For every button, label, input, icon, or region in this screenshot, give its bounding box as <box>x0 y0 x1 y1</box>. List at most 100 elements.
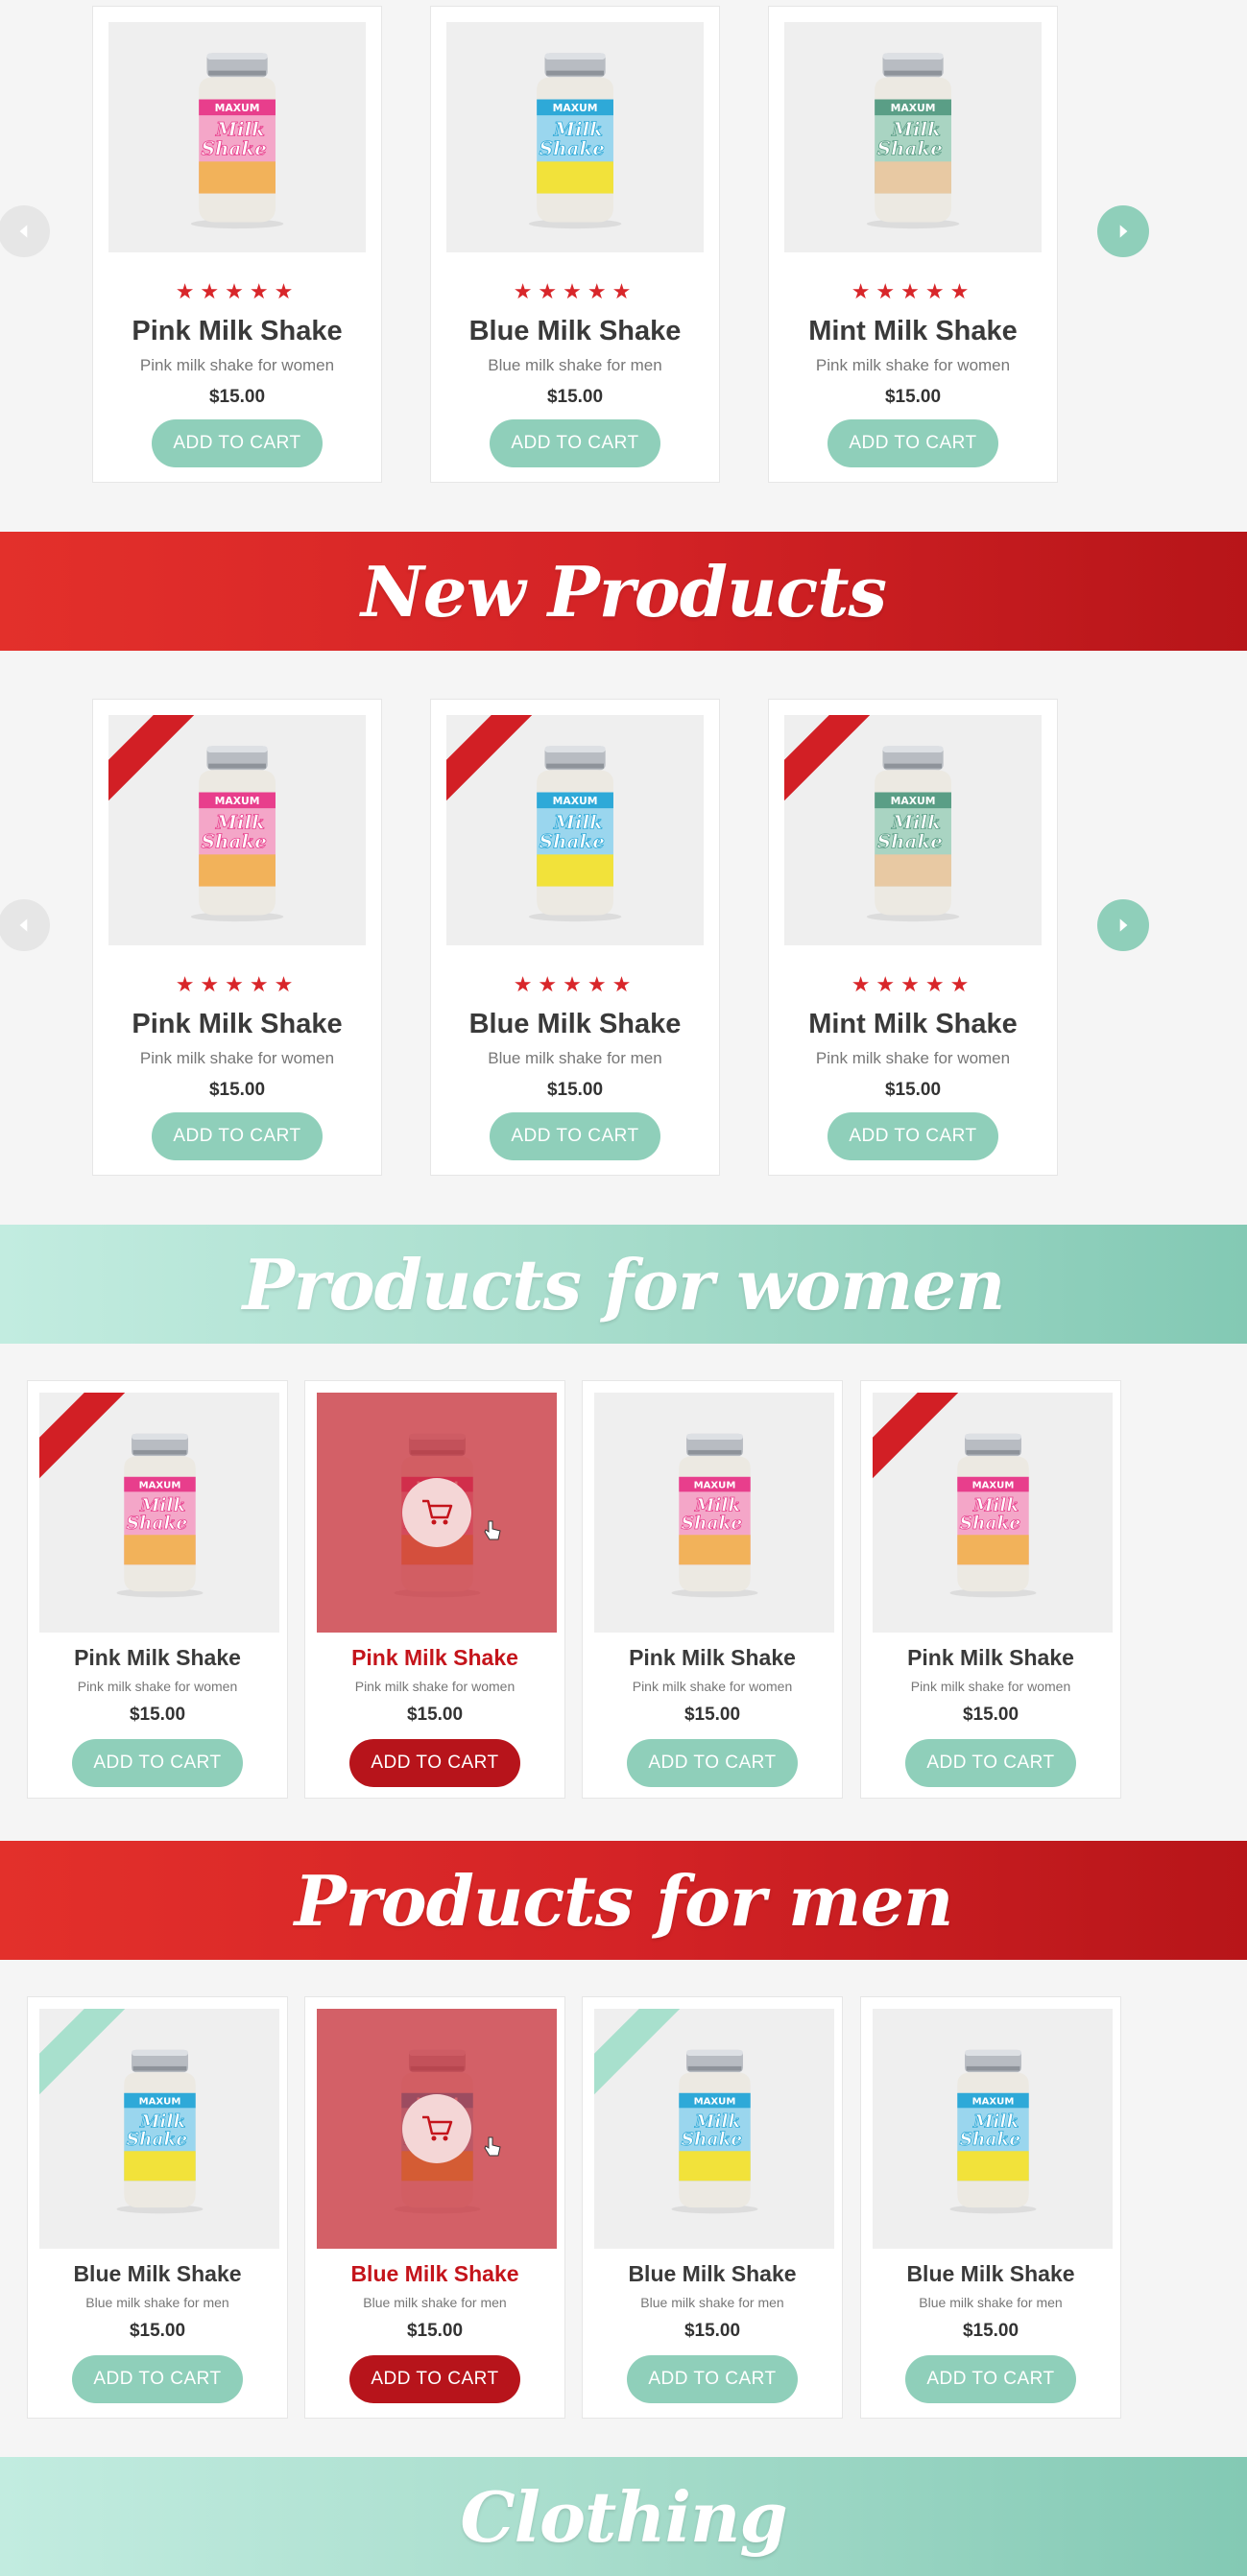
add-to-cart-button[interactable]: ADD TO CART <box>72 2355 243 2403</box>
product-price: $15.00 <box>884 1080 942 1100</box>
product-price: $15.00 <box>129 1705 186 1725</box>
product-title[interactable]: Pink Milk Shake <box>93 1009 381 1040</box>
product-card[interactable]: MAXUM Milk Shake Blue Milk Shake Blue mil… <box>582 1996 843 2419</box>
product-title[interactable]: Mint Milk Shake <box>769 316 1057 347</box>
jar-script-line2: Shake <box>202 136 267 159</box>
new-badge <box>446 715 542 811</box>
jar-script-line2: Shake <box>681 2130 742 2150</box>
product-card[interactable]: MAXUM Milk Shake Pink Milk Shake Pink mil… <box>860 1380 1121 1799</box>
jar-script-line2: Shake <box>959 1514 1020 1534</box>
add-to-cart-button[interactable]: ADD TO CART <box>827 1112 998 1160</box>
product-image[interactable]: MAXUM Milk Shake <box>873 1393 1113 1633</box>
carousel-next-button[interactable] <box>1097 899 1149 951</box>
product-image[interactable]: MAXUM Milk Shake <box>39 1393 279 1633</box>
product-title[interactable]: Blue Milk Shake <box>583 2261 842 2287</box>
product-image[interactable]: MAXUM Milk Shake <box>784 22 1042 252</box>
product-title[interactable]: Pink Milk Shake <box>583 1645 842 1671</box>
product-title[interactable]: Blue Milk Shake <box>431 316 719 347</box>
jar-script-line2: Shake <box>126 1514 187 1534</box>
clothing-banner: Clothing <box>0 2457 1247 2576</box>
new-badge <box>39 2009 135 2105</box>
add-to-cart-button[interactable]: ADD TO CART <box>152 419 323 467</box>
add-to-cart-button[interactable]: ADD TO CART <box>490 1112 660 1160</box>
product-image[interactable]: MAXUM Milk Shake <box>446 715 704 945</box>
product-description: Blue milk shake for men <box>363 2295 507 2310</box>
product-card[interactable]: MAXUM Milk Shake ★★★★★ Blue Milk Shake Blu… <box>430 6 720 483</box>
jar-brand-label: MAXUM <box>693 2096 735 2107</box>
jar-script-line2: Shake <box>877 136 943 159</box>
new-badge-label <box>108 715 197 801</box>
product-card[interactable]: MAXUM Milk Shake Blue Milk Shake Blue mil… <box>304 1996 565 2419</box>
hand-cursor-icon <box>484 1520 501 1540</box>
product-card[interactable]: MAXUM Milk Shake Blue Milk Shake Blue mil… <box>860 1996 1121 2419</box>
rating-stars: ★★★★★ <box>175 279 300 303</box>
product-card[interactable]: MAXUM Milk Shake Blue Milk Shake Blue mil… <box>27 1996 288 2419</box>
product-image[interactable]: MAXUM Milk Shake <box>317 2009 557 2249</box>
product-image[interactable]: MAXUM Milk Shake <box>317 1393 557 1633</box>
add-to-cart-button[interactable]: ADD TO CART <box>627 1739 798 1787</box>
product-image[interactable]: MAXUM Milk Shake <box>784 715 1042 945</box>
product-card[interactable]: MAXUM Milk Shake Pink Milk Shake Pink mil… <box>27 1380 288 1799</box>
new-badge <box>873 1393 969 1489</box>
product-card[interactable]: MAXUM Milk Shake ★★★★★ Mint Milk Shake Pin… <box>768 6 1058 483</box>
carousel-next-button[interactable] <box>1097 205 1149 257</box>
product-card[interactable]: MAXUM Milk Shake ★★★★★ Pink Milk Shake Pin… <box>92 699 382 1176</box>
product-price: $15.00 <box>962 2321 1019 2341</box>
product-title[interactable]: Pink Milk Shake <box>93 316 381 347</box>
product-image[interactable]: MAXUM Milk Shake <box>873 2009 1113 2249</box>
product-description: Pink milk shake for women <box>354 1679 516 1694</box>
product-image[interactable]: MAXUM Milk Shake <box>39 2009 279 2249</box>
chevron-right-icon <box>1119 225 1128 238</box>
add-to-cart-button[interactable]: ADD TO CART <box>827 419 998 467</box>
new-badge-label <box>594 2009 683 2095</box>
quick-add-button[interactable] <box>402 2094 471 2163</box>
new-badge <box>784 715 880 811</box>
add-to-cart-button[interactable]: ADD TO CART <box>349 2355 520 2403</box>
product-image[interactable]: MAXUM Milk Shake <box>108 22 366 252</box>
product-card[interactable]: MAXUM Milk Shake ★★★★★ Pink Milk Shake Pin… <box>92 6 382 483</box>
product-description: Blue milk shake for men <box>488 1049 662 1067</box>
carousel-prev-button[interactable] <box>0 899 50 951</box>
product-jar-image: MAXUM Milk Shake <box>528 52 622 228</box>
new-badge-label <box>873 1393 961 1479</box>
chevron-left-icon <box>19 918 28 932</box>
product-card[interactable]: MAXUM Milk Shake Pink Milk Shake Pink mil… <box>304 1380 565 1799</box>
product-title[interactable]: Pink Milk Shake <box>305 1645 564 1671</box>
product-description: Pink milk shake for women <box>139 1049 335 1067</box>
jar-brand-label: MAXUM <box>891 795 936 807</box>
product-title[interactable]: Pink Milk Shake <box>861 1645 1120 1671</box>
add-to-cart-button[interactable]: ADD TO CART <box>490 419 660 467</box>
add-to-cart-button[interactable]: ADD TO CART <box>905 1739 1076 1787</box>
chevron-right-icon <box>1119 918 1128 932</box>
product-title[interactable]: Mint Milk Shake <box>769 1009 1057 1040</box>
product-price: $15.00 <box>406 2321 464 2341</box>
product-description: Pink milk shake for women <box>815 1049 1011 1067</box>
add-to-cart-button[interactable]: ADD TO CART <box>72 1739 243 1787</box>
product-card[interactable]: MAXUM Milk Shake Pink Milk Shake Pink mil… <box>582 1380 843 1799</box>
product-image[interactable]: MAXUM Milk Shake <box>594 1393 834 1633</box>
product-title[interactable]: Pink Milk Shake <box>28 1645 287 1671</box>
cart-icon <box>422 1499 453 1525</box>
hover-overlay[interactable] <box>317 1393 557 1633</box>
women-products-banner: Products for women <box>0 1225 1247 1344</box>
product-price: $15.00 <box>546 387 604 407</box>
product-image[interactable]: MAXUM Milk Shake <box>594 2009 834 2249</box>
section-title: New Products <box>360 550 887 632</box>
add-to-cart-button[interactable]: ADD TO CART <box>627 2355 798 2403</box>
product-image[interactable]: MAXUM Milk Shake <box>446 22 704 252</box>
product-card[interactable]: MAXUM Milk Shake ★★★★★ Mint Milk Shake Pin… <box>768 699 1058 1176</box>
add-to-cart-button[interactable]: ADD TO CART <box>905 2355 1076 2403</box>
product-title[interactable]: Blue Milk Shake <box>861 2261 1120 2287</box>
hover-overlay[interactable] <box>317 2009 557 2249</box>
carousel-prev-button[interactable] <box>0 205 50 257</box>
product-title[interactable]: Blue Milk Shake <box>28 2261 287 2287</box>
quick-add-button[interactable] <box>402 1478 471 1547</box>
product-jar-image: MAXUM Milk Shake <box>949 2049 1036 2214</box>
product-image[interactable]: MAXUM Milk Shake <box>108 715 366 945</box>
add-to-cart-button[interactable]: ADD TO CART <box>349 1739 520 1787</box>
product-title[interactable]: Blue Milk Shake <box>431 1009 719 1040</box>
product-card[interactable]: MAXUM Milk Shake ★★★★★ Blue Milk Shake Blu… <box>430 699 720 1176</box>
add-to-cart-button[interactable]: ADD TO CART <box>152 1112 323 1160</box>
new-badge <box>108 715 204 811</box>
product-title[interactable]: Blue Milk Shake <box>305 2261 564 2287</box>
